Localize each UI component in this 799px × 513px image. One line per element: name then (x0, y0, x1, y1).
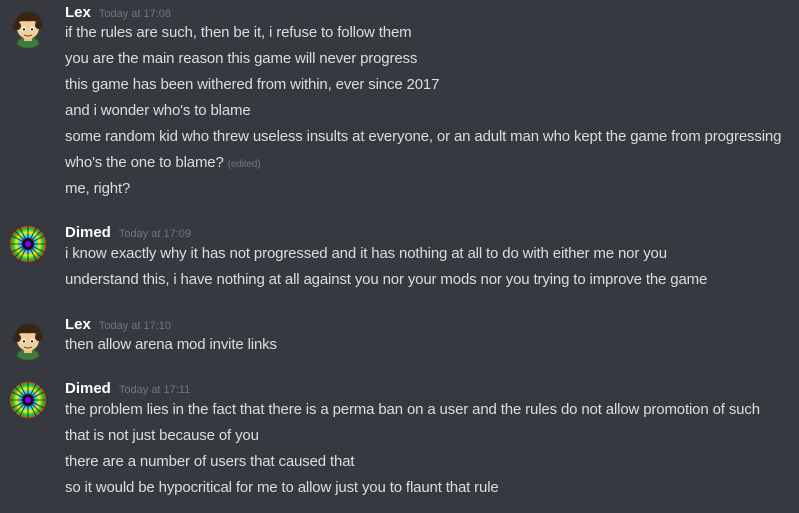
username[interactable]: Dimed (65, 224, 111, 241)
message-line: i know exactly why it has not progressed… (65, 245, 667, 262)
username[interactable]: Lex (65, 316, 91, 333)
timestamp: Today at 17:10 (98, 320, 172, 332)
message-line-edited: who's the one to blame? (edited) (65, 152, 261, 174)
message-line: understand this, i have nothing at all a… (65, 271, 708, 288)
message-line: if the rules are such, then be it, i ref… (65, 24, 412, 41)
message-line: so it would be hypocritical for me to al… (65, 479, 499, 496)
username[interactable]: Dimed (65, 380, 111, 397)
cartoon-character-avatar-icon[interactable] (8, 8, 48, 48)
edited-label: (edited) (227, 159, 261, 170)
message-line: that is not just because of you (65, 427, 259, 444)
message-text: who's the one to blame? (65, 154, 224, 171)
message-line: this game has been withered from within,… (65, 76, 440, 93)
message-line: then allow arena mod invite links (65, 336, 277, 353)
timestamp: Today at 17:11 (118, 384, 191, 396)
chat-messages: Lex Today at 17:08 if the rules are such… (0, 0, 799, 513)
timestamp: Today at 17:08 (98, 8, 172, 20)
cartoon-character-avatar-icon[interactable] (8, 320, 48, 360)
message-line: and i wonder who's to blame (65, 102, 251, 119)
message-line: me, right? (65, 180, 131, 197)
message-line: some random kid who threw useless insult… (65, 128, 782, 145)
username[interactable]: Lex (65, 4, 91, 21)
rainbow-fractal-avatar-icon[interactable] (8, 224, 48, 264)
message-line: the problem lies in the fact that there … (65, 401, 760, 418)
rainbow-fractal-avatar-icon[interactable] (8, 380, 48, 420)
message-line: you are the main reason this game will n… (65, 50, 418, 67)
message-line: there are a number of users that caused … (65, 453, 355, 470)
timestamp: Today at 17:09 (118, 228, 192, 240)
